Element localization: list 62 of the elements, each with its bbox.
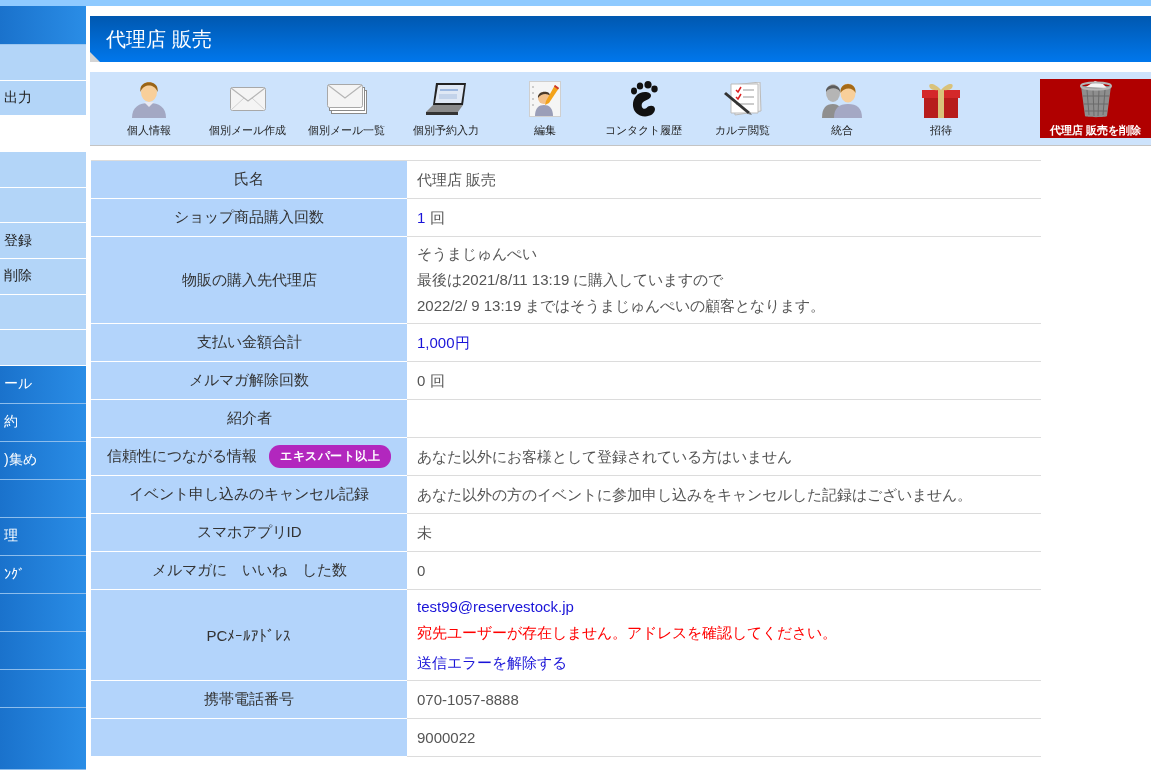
footprint-icon — [629, 81, 658, 117]
toolbar-button[interactable]: 編集 — [495, 79, 594, 137]
sidebar-item[interactable]: 理 — [0, 517, 86, 556]
field-label: 紹介者 — [226, 409, 272, 428]
unit-text: 回 — [430, 207, 446, 228]
sidebar-item[interactable]: 出力 — [0, 80, 86, 117]
checklist-icon — [723, 82, 762, 116]
toolbar-button[interactable]: 個別メール一覧 — [297, 79, 396, 137]
toolbar-button[interactable]: 個別メール作成 — [198, 79, 297, 137]
value-text: 0 — [417, 560, 426, 581]
sidebar-item[interactable]: 削除 — [0, 258, 86, 295]
sidebar-item[interactable] — [0, 593, 86, 632]
value-text: 070-1057-8888 — [417, 689, 519, 710]
sidebar-item[interactable] — [0, 669, 86, 708]
sidebar-item[interactable] — [0, 707, 86, 770]
value-text: 0 回 — [417, 370, 445, 391]
toolbar-button[interactable]: コンタクト履歴 — [594, 79, 693, 137]
person-icon — [131, 80, 166, 118]
sidebar-item[interactable]: )集め — [0, 441, 86, 480]
field-label: 氏名 — [234, 170, 264, 189]
text-link[interactable]: 1,000円 — [417, 332, 470, 353]
envelope-icon — [229, 87, 266, 111]
toolbar-button[interactable]: 個人情報 — [99, 79, 198, 137]
error-message: 宛先ユーザーが存在しません。アドレスを確認してください。 — [417, 623, 837, 643]
sidebar-item[interactable]: ール — [0, 365, 86, 404]
value-text: あなた以外の方のイベントに参加申し込みをキャンセルした記録はございません。 — [417, 484, 972, 505]
sidebar-item[interactable] — [0, 631, 86, 670]
envelope-stack-icon — [326, 84, 367, 114]
value-text: 未 — [417, 522, 432, 543]
value-text: 代理店 販売 — [417, 169, 497, 190]
trash-icon — [1078, 80, 1113, 118]
field-label: メルマガ解除回数 — [189, 371, 309, 390]
laptop-icon — [425, 83, 466, 115]
field-label: PCﾒｰﾙｱﾄﾞﾚｽ — [206, 626, 292, 644]
sidebar-item[interactable]: 登録 — [0, 223, 86, 259]
field-label: 携帯電話番号 — [204, 690, 294, 709]
field-label: 支払い金額合計 — [196, 333, 302, 352]
text-link[interactable]: test99@reservestock.jp — [417, 594, 574, 620]
value-text: そうまじゅんぺい — [417, 244, 537, 264]
page-title: 代理店 販売 — [90, 16, 1151, 62]
sidebar-item[interactable]: ﾝｸﾞ — [0, 555, 86, 594]
value-text: 最後は2021/8/11 13:19 に購入していますので — [417, 270, 724, 290]
field-label: 信頼性につながる情報 — [107, 447, 257, 466]
value-text: 9000022 — [417, 727, 476, 748]
plan-badge: エキスパート以上 — [269, 445, 391, 468]
toolbar-button[interactable]: 個別予約入力 — [396, 79, 495, 137]
text-link[interactable]: 1 — [417, 207, 426, 228]
toolbar-button[interactable]: 統合 — [792, 79, 891, 137]
field-label: イベント申し込みのキャンセル記録 — [129, 485, 369, 504]
field-label: ショップ商品購入回数 — [174, 208, 324, 227]
value-text: あなた以外にお客様として登録されている方はいません — [417, 446, 792, 467]
field-label: メルマガに いいね した数 — [151, 561, 347, 580]
delete-button[interactable]: 代理店 販売を削除 — [1040, 79, 1151, 138]
sidebar-item[interactable]: 約 — [0, 403, 86, 442]
profile-pencil-icon — [528, 81, 561, 117]
value-text: 2022/2/ 9 13:19 まではそうまじゅんぺいの顧客となります。 — [417, 296, 826, 316]
field-label: スマホアプリID — [196, 523, 302, 542]
action-link[interactable]: 送信エラーを解除する — [417, 650, 567, 676]
toolbar-button[interactable]: カルテ閲覧 — [693, 79, 792, 137]
field-label: 物販の購入先代理店 — [181, 270, 317, 290]
toolbar-button[interactable]: 招待 — [891, 79, 990, 137]
sidebar-item[interactable] — [0, 479, 86, 518]
